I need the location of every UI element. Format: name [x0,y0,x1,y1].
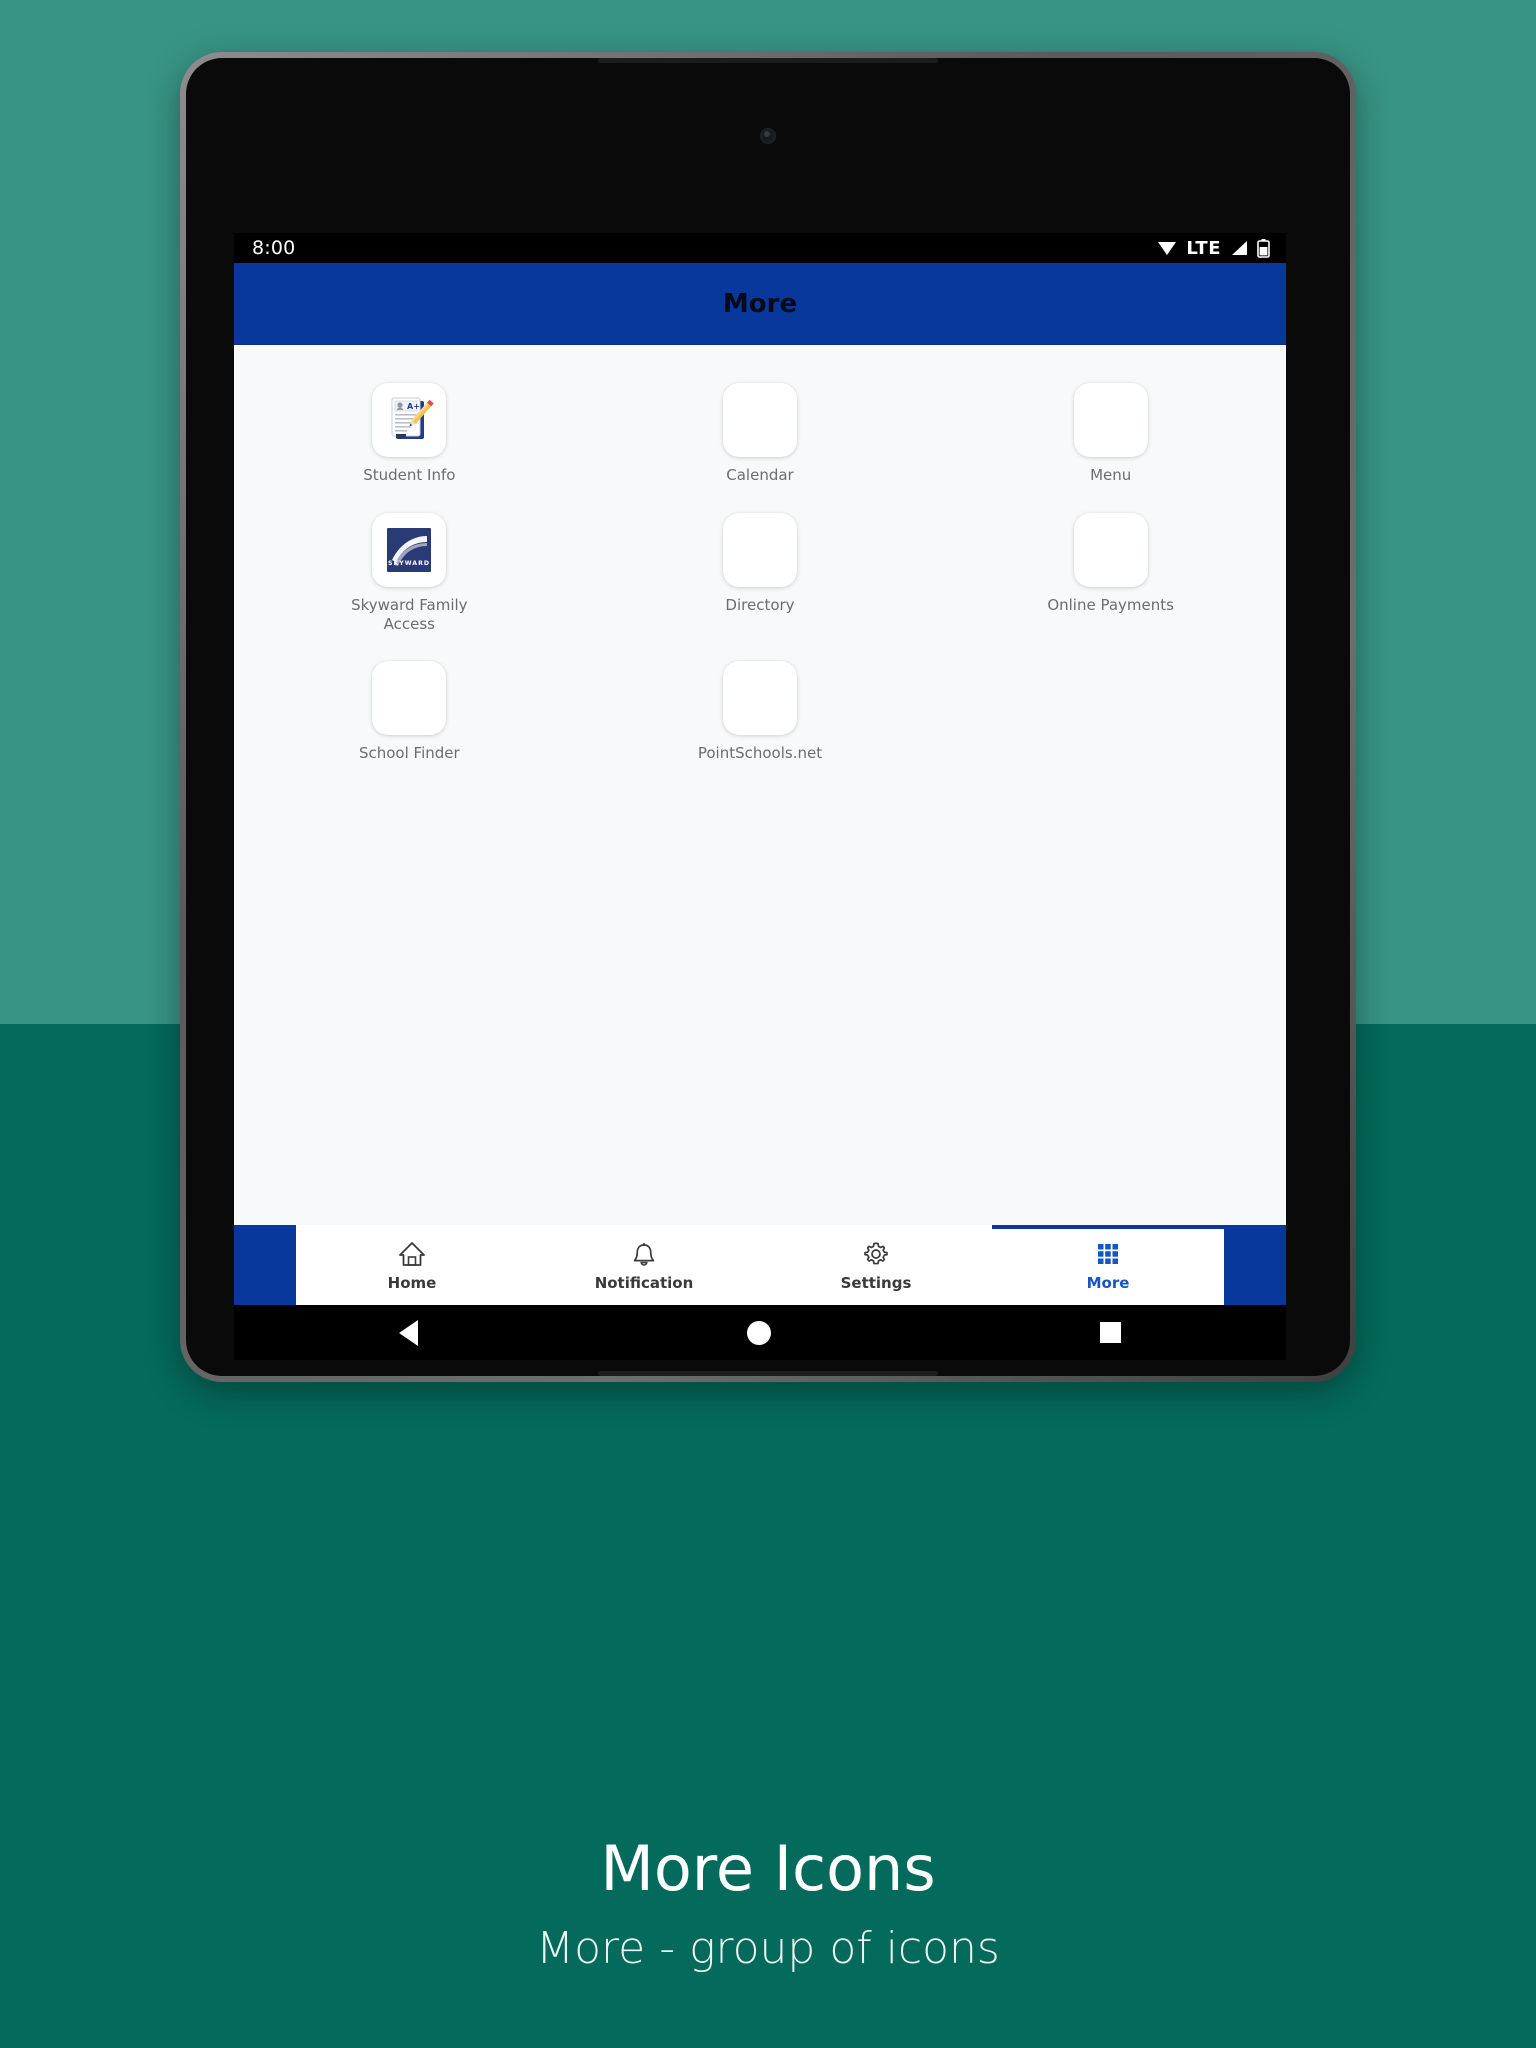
status-bar-time: 8:00 [252,237,296,259]
back-icon[interactable] [398,1319,418,1346]
bottom-navigation-items: Home Notification Settings More [296,1225,1224,1305]
tablet-device-frame: 8:00 LTE More A+ Student Info Calendar M… [180,52,1356,1382]
grid-more-icon [1098,1244,1118,1264]
grid-item-label: Calendar [726,466,794,484]
grid-item-label: School Finder [358,744,460,763]
caption-block: More Icons More - group of icons [0,1836,1536,1974]
grid-item-label: Online Payments [1047,595,1174,614]
grid-item-empty [935,661,1286,763]
nav-item-label: More [1086,1274,1130,1292]
speaker-slit-top-icon [598,58,938,63]
grid-item-label: Directory [725,595,795,614]
bottom-navigation-bar: Home Notification Settings More [234,1225,1286,1305]
home-circle-icon[interactable] [746,1320,771,1345]
grid-item-label: PointSchools.net [697,744,823,763]
student-info-tile[interactable]: A+ [372,383,447,457]
grid-item-label: Menu [1090,466,1132,484]
caption-subtitle: More - group of icons [536,1923,1000,1975]
grid-item-skyward-family-access[interactable]: SKYWARD Skyward Family Access [234,512,585,634]
page-title: More [722,288,798,319]
wifi-icon [1158,242,1177,255]
recents-square-icon[interactable] [1100,1322,1122,1343]
speaker-slit-bottom-icon [598,1371,938,1376]
front-camera-icon [760,128,776,144]
status-bar-icons: LTE [1157,238,1270,259]
more-content-area: A+ Student Info Calendar Menu SKYWARD Sk… [234,345,1286,1225]
bell-icon [633,1242,655,1266]
nav-item-home[interactable]: Home [296,1225,528,1305]
nav-item-settings[interactable]: Settings [760,1225,992,1305]
nav-item-label: Settings [840,1274,912,1292]
directory-tile[interactable] [722,512,797,587]
lte-label: LTE [1186,237,1221,259]
grid-item-calendar[interactable]: Calendar [585,383,936,485]
school-finder-tile[interactable] [372,661,447,736]
app-icon-grid: A+ Student Info Calendar Menu SKYWARD Sk… [234,383,1286,763]
grid-item-directory[interactable]: Directory [585,512,936,634]
skyward-icon: SKYWARD [387,527,432,572]
grid-item-online-payments[interactable]: Online Payments [935,512,1286,634]
svg-text:A+: A+ [407,402,420,411]
grid-item-student-info[interactable]: A+ Student Info [234,383,585,485]
home-icon [399,1242,425,1266]
gear-icon [864,1242,888,1265]
grid-item-menu[interactable]: Menu [935,383,1286,485]
nav-item-notification[interactable]: Notification [528,1225,760,1305]
calendar-tile[interactable] [722,383,797,457]
grid-item-pointschools[interactable]: PointSchools.net [585,661,936,763]
skyward-tile[interactable]: SKYWARD [372,512,447,587]
battery-icon [1257,238,1270,258]
nav-item-more[interactable]: More [992,1225,1224,1305]
nav-item-label: Notification [594,1274,694,1292]
grid-item-label: Student Info [363,466,456,484]
status-bar: 8:00 LTE [234,233,1286,263]
menu-tile[interactable] [1073,383,1148,457]
caption-title: More Icons [600,1832,936,1905]
student-info-icon: A+ [391,397,435,439]
app-bar: More [234,263,1286,345]
device-bezel: 8:00 LTE More A+ Student Info Calendar M… [186,58,1350,1376]
grid-item-label: Skyward Family Access [351,595,468,633]
android-system-nav-bar [234,1305,1286,1360]
device-screen: 8:00 LTE More A+ Student Info Calendar M… [234,233,1286,1305]
svg-text:SKYWARD: SKYWARD [388,560,430,567]
pointschools-tile[interactable] [722,661,797,736]
signal-icon [1232,241,1247,255]
online-payments-tile[interactable] [1073,512,1148,587]
nav-item-label: Home [387,1274,437,1292]
grid-item-school-finder[interactable]: School Finder [234,661,585,763]
